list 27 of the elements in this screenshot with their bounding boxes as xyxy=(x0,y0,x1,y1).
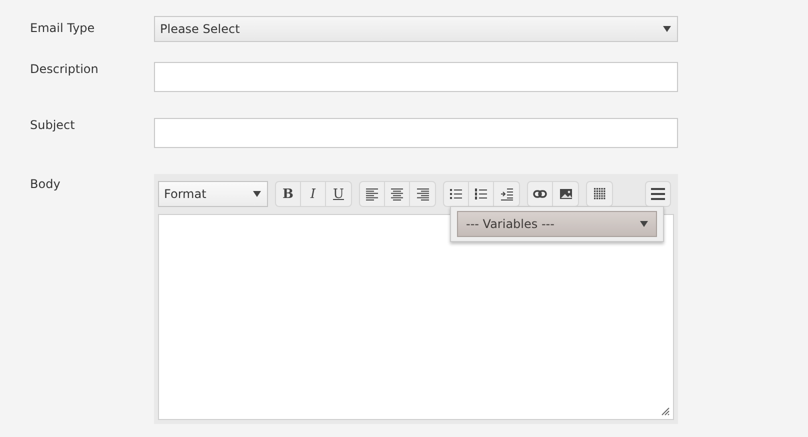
field-label: Description xyxy=(29,62,100,78)
field-label: Body xyxy=(29,176,62,193)
link-icon xyxy=(533,187,547,201)
resize-handle-icon[interactable] xyxy=(661,407,670,416)
format-button[interactable]: U xyxy=(326,182,351,206)
field-label: Email Type xyxy=(29,20,96,37)
variables-select[interactable]: --- Variables --- xyxy=(457,211,657,237)
numbered-list-icon xyxy=(474,187,488,201)
align-center-icon xyxy=(390,187,404,201)
align-left-icon xyxy=(365,187,379,201)
field-label: Subject xyxy=(29,118,76,134)
caret-icon xyxy=(640,221,648,227)
text-field[interactable] xyxy=(154,62,678,92)
bullet-list-icon xyxy=(449,187,463,201)
image-icon xyxy=(558,187,572,201)
caret-icon xyxy=(663,26,671,32)
align-right-icon xyxy=(416,187,430,201)
format-button[interactable]: B xyxy=(276,182,301,206)
format-button[interactable]: I xyxy=(301,182,326,206)
email-type-select[interactable]: Please Select xyxy=(154,16,678,42)
menu-icon xyxy=(651,188,665,200)
caret-icon xyxy=(253,191,261,197)
text-field[interactable] xyxy=(154,118,678,148)
format-select[interactable]: Format xyxy=(158,181,268,207)
menu-button[interactable] xyxy=(645,181,671,207)
indent-icon xyxy=(500,187,514,201)
table-grid-icon xyxy=(592,187,606,201)
